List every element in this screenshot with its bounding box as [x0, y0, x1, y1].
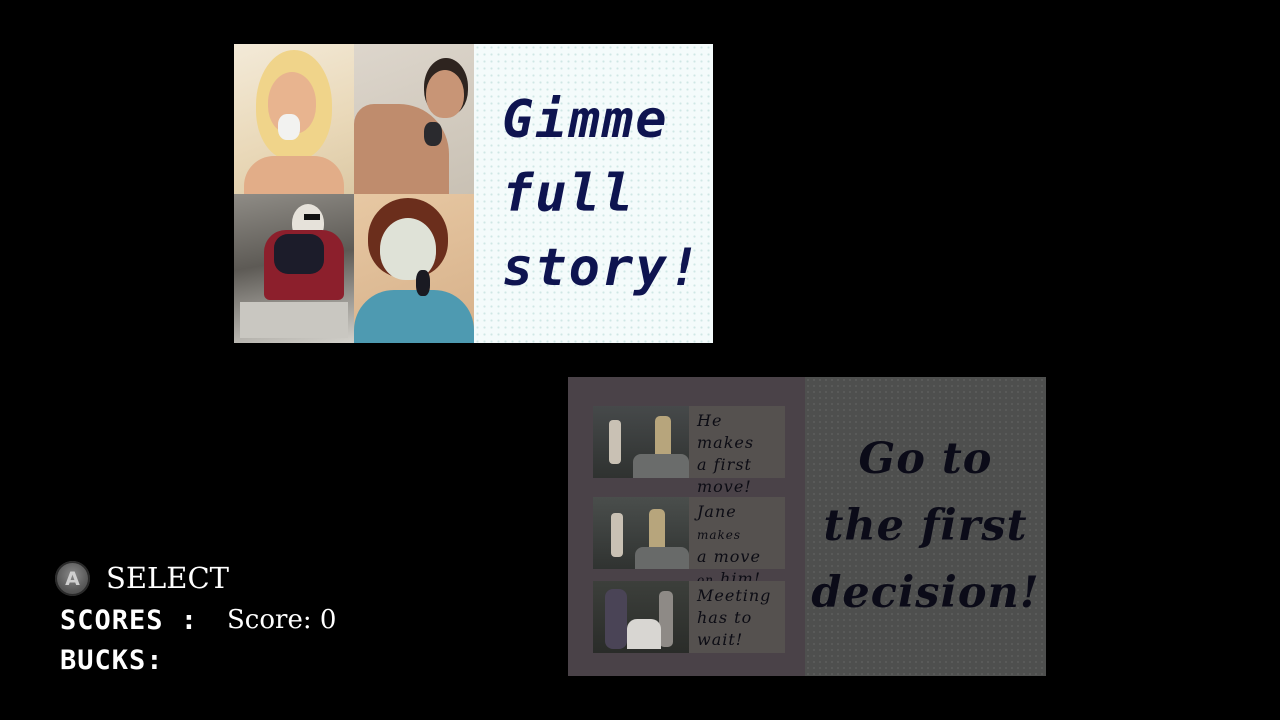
- scores-label: SCORES :: [60, 605, 199, 636]
- decision-panel[interactable]: He makes a first move! Jane makes a move…: [568, 377, 1046, 676]
- choice-text-line: Jane: [697, 502, 737, 521]
- choice-label: Jane makes a move on him!: [689, 497, 785, 588]
- photo-woman-facemask: [354, 194, 474, 343]
- choice-jane-makes-move[interactable]: Jane makes a move on him!: [593, 497, 785, 588]
- choice-text-line: a first: [697, 455, 752, 474]
- choice-text-line: move!: [697, 477, 752, 496]
- photo-blonde-woman: [234, 44, 354, 194]
- choice-label: He makes a first move!: [689, 406, 785, 496]
- select-label: SELECT: [106, 561, 229, 595]
- story-title-card: Gimme full story!: [474, 44, 713, 343]
- hud: A SELECT SCORES : Score: 0 BUCKS:: [55, 560, 435, 680]
- photo-man: [354, 44, 474, 194]
- story-title-line: story!: [502, 237, 702, 298]
- choice-text-line: makes: [697, 528, 742, 542]
- choice-he-makes-move[interactable]: He makes a first move!: [593, 406, 785, 496]
- choice-text-line: has to: [697, 608, 753, 627]
- a-button-icon[interactable]: A: [55, 561, 90, 596]
- choice-thumbnail: [593, 497, 689, 569]
- story-panel[interactable]: Gimme full story!: [234, 44, 713, 343]
- choice-label: Meeting has to wait!: [689, 581, 785, 653]
- choice-list: He makes a first move! Jane makes a move…: [568, 377, 805, 676]
- go-to-decision-card[interactable]: Go to the first decision!: [805, 377, 1046, 676]
- choice-text-line: Meeting: [697, 586, 772, 605]
- decision-text-line: Go to: [858, 434, 993, 484]
- choice-thumbnail: [593, 581, 689, 653]
- choice-meeting-waits[interactable]: Meeting has to wait!: [593, 581, 785, 653]
- bucks-label: BUCKS:: [60, 645, 164, 676]
- story-title-line: Gimme: [502, 89, 669, 150]
- decision-text-line: decision!: [811, 568, 1040, 618]
- choice-text-line: He makes: [697, 411, 755, 452]
- photo-collage: [234, 44, 474, 343]
- choice-thumbnail: [593, 406, 689, 478]
- decision-text-line: the first: [823, 501, 1028, 551]
- scores-value: Score: 0: [227, 605, 337, 635]
- choice-text-line: a move: [697, 547, 761, 566]
- story-title-line: full: [502, 163, 636, 224]
- choice-text-line: wait!: [697, 630, 744, 649]
- photo-woman-sunglasses: [234, 194, 354, 343]
